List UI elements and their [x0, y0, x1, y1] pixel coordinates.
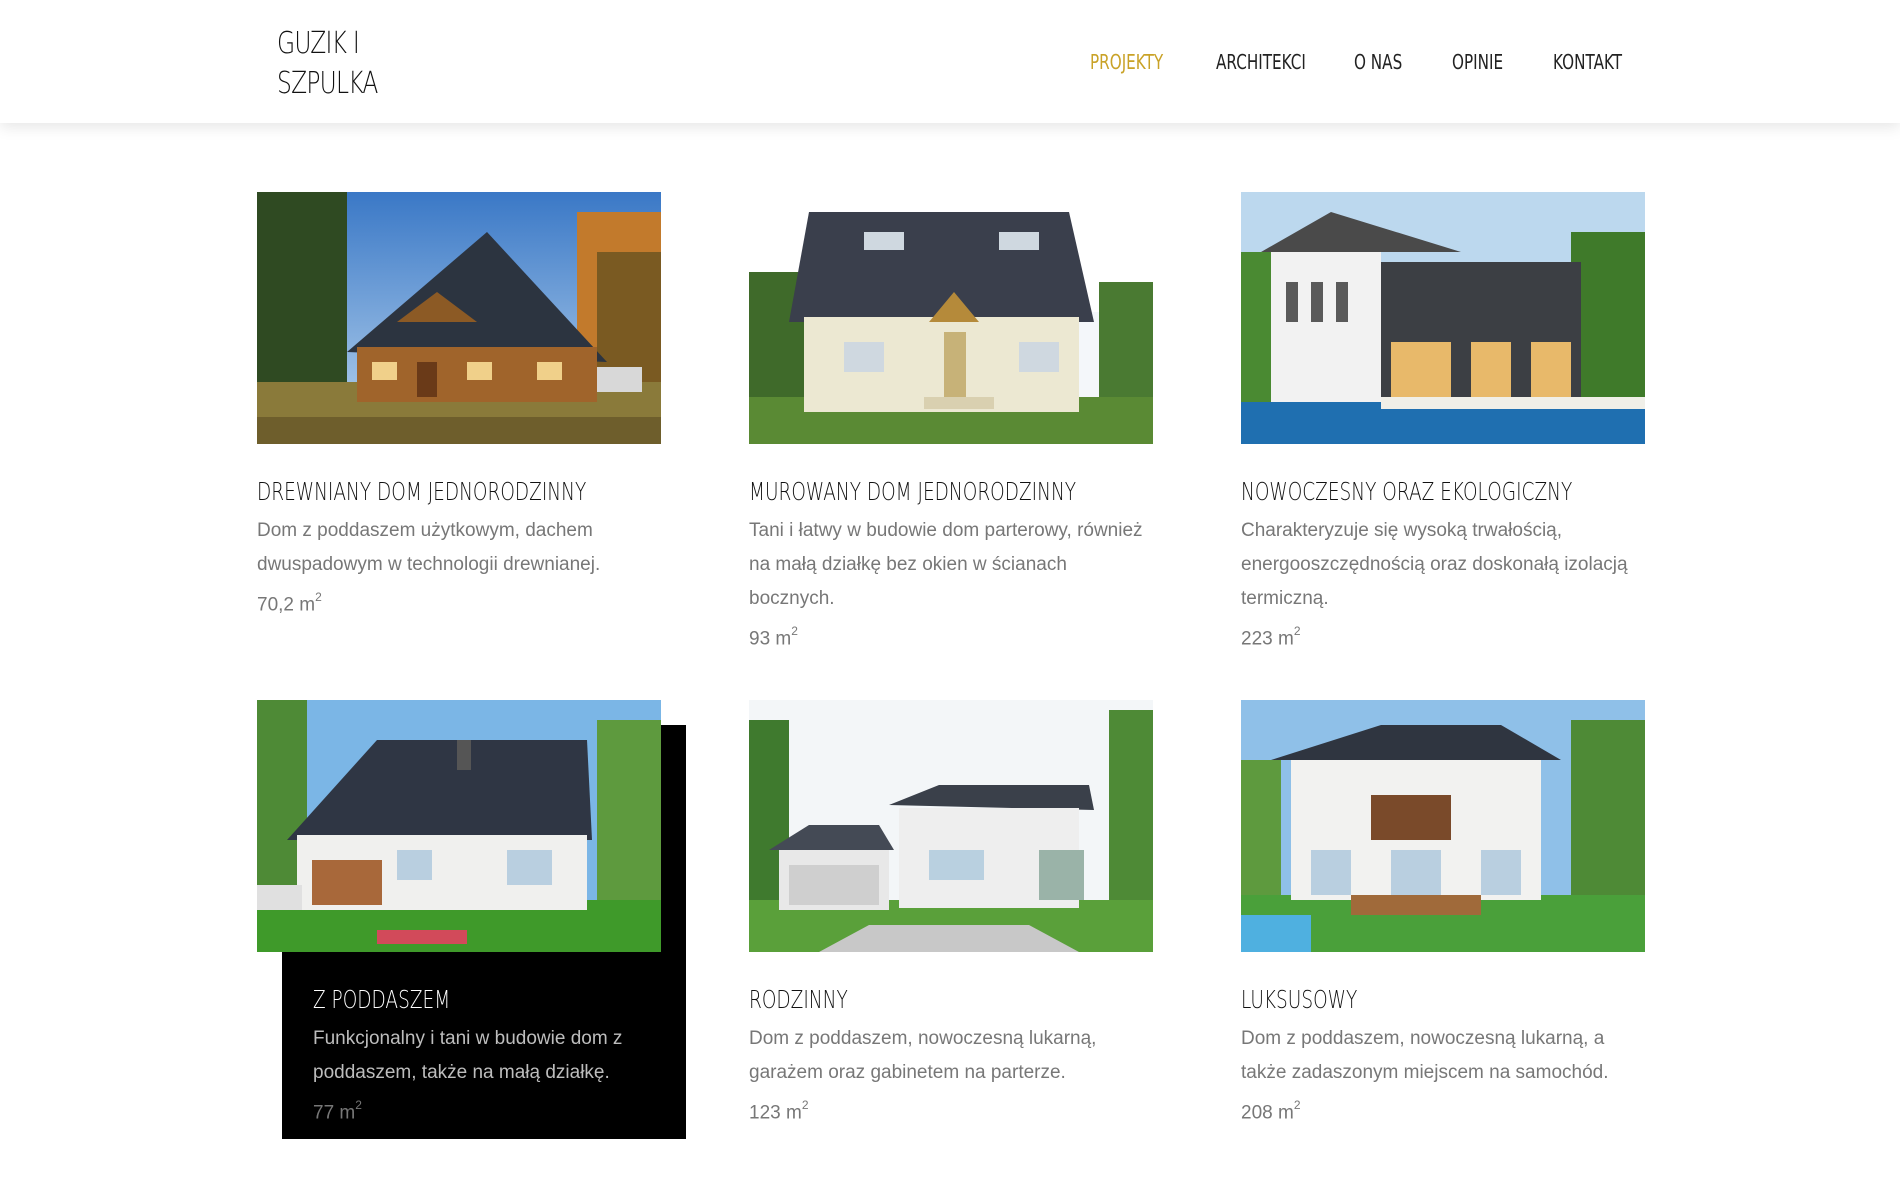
- project-description: Dom z poddaszem, nowoczesną lukarną, a t…: [1241, 1022, 1645, 1130]
- project-title[interactable]: NOWOCZESNY ORAZ EKOLOGICZNY: [1241, 476, 1572, 508]
- area-unit-exponent: 2: [791, 624, 798, 638]
- brick-house-photo[interactable]: [749, 192, 1153, 444]
- description-text: Tani i łatwy w budowie dom parterowy, ró…: [749, 520, 1143, 609]
- project-title[interactable]: RODZINNY: [749, 984, 1075, 1016]
- modern-house-photo[interactable]: [1241, 192, 1645, 444]
- area-unit-exponent: 2: [315, 590, 322, 604]
- wooden-house-photo[interactable]: [257, 192, 661, 444]
- project-description: Dom z poddaszem, nowoczesną lukarną, gar…: [749, 1022, 1153, 1130]
- family-house-photo[interactable]: [749, 700, 1153, 952]
- project-title[interactable]: MUROWANY DOM JEDNORODZINNY: [749, 476, 1076, 508]
- project-area: 208 m2: [1241, 1090, 1645, 1130]
- project-title[interactable]: Z PODDASZEM: [313, 984, 639, 1016]
- project-title[interactable]: LUKSUSOWY: [1241, 984, 1567, 1016]
- project-description: Funkcjonalny i tani w budowie dom z podd…: [313, 1022, 673, 1130]
- project-description: Tani i łatwy w budowie dom parterowy, ró…: [749, 514, 1153, 656]
- project-area: 123 m2: [749, 1090, 1153, 1130]
- nav-item-projekty[interactable]: PROJEKTY: [1090, 48, 1163, 76]
- site-logo[interactable]: GUZIK I SZPULKA: [277, 24, 378, 104]
- project-description: Dom z poddaszem użytkowym, dachem dwuspa…: [257, 514, 661, 622]
- nav-item-kontakt[interactable]: KONTAKT: [1553, 48, 1622, 76]
- area-value: 223 m: [1241, 628, 1294, 650]
- description-text: Funkcjonalny i tani w budowie dom z podd…: [313, 1028, 623, 1083]
- logo-line-1: GUZIK I: [277, 26, 360, 61]
- project-description: Charakteryzuje się wysoką trwałością, en…: [1241, 514, 1645, 656]
- nav-item-opinie[interactable]: OPINIE: [1452, 48, 1503, 76]
- description-text: Dom z poddaszem, nowoczesną lukarną, a t…: [1241, 1028, 1609, 1083]
- description-text: Dom z poddaszem użytkowym, dachem dwuspa…: [257, 520, 601, 575]
- project-area: 223 m2: [1241, 616, 1645, 656]
- area-value: 123 m: [749, 1102, 802, 1124]
- area-value: 93 m: [749, 628, 792, 650]
- area-unit-exponent: 2: [1293, 1098, 1301, 1112]
- area-value: 77 m: [313, 1102, 356, 1124]
- area-value: 208 m: [1241, 1102, 1294, 1124]
- project-title[interactable]: DREWNIANY DOM JEDNORODZINNY: [257, 476, 586, 508]
- area-unit-exponent: 2: [801, 1098, 809, 1112]
- area-value: 70,2 m: [257, 594, 316, 616]
- area-unit-exponent: 2: [355, 1098, 362, 1112]
- description-text: Charakteryzuje się wysoką trwałością, en…: [1241, 520, 1628, 609]
- nav-item-o-nas[interactable]: O NAS: [1354, 48, 1402, 76]
- luxury-house-photo[interactable]: [1241, 700, 1645, 952]
- nav-item-architekci[interactable]: ARCHITEKCI: [1216, 48, 1306, 76]
- project-area: 77 m2: [313, 1090, 673, 1130]
- area-unit-exponent: 2: [1293, 624, 1301, 638]
- site-header: GUZIK I SZPULKA PROJEKTY ARCHITEKCI O NA…: [0, 0, 1900, 123]
- project-area: 70,2 m2: [257, 582, 661, 622]
- logo-line-2: SZPULKA: [277, 66, 378, 101]
- description-text: Dom z poddaszem, nowoczesną lukarną, gar…: [749, 1028, 1097, 1083]
- project-area: 93 m2: [749, 616, 1153, 656]
- attic-house-photo[interactable]: [257, 700, 661, 952]
